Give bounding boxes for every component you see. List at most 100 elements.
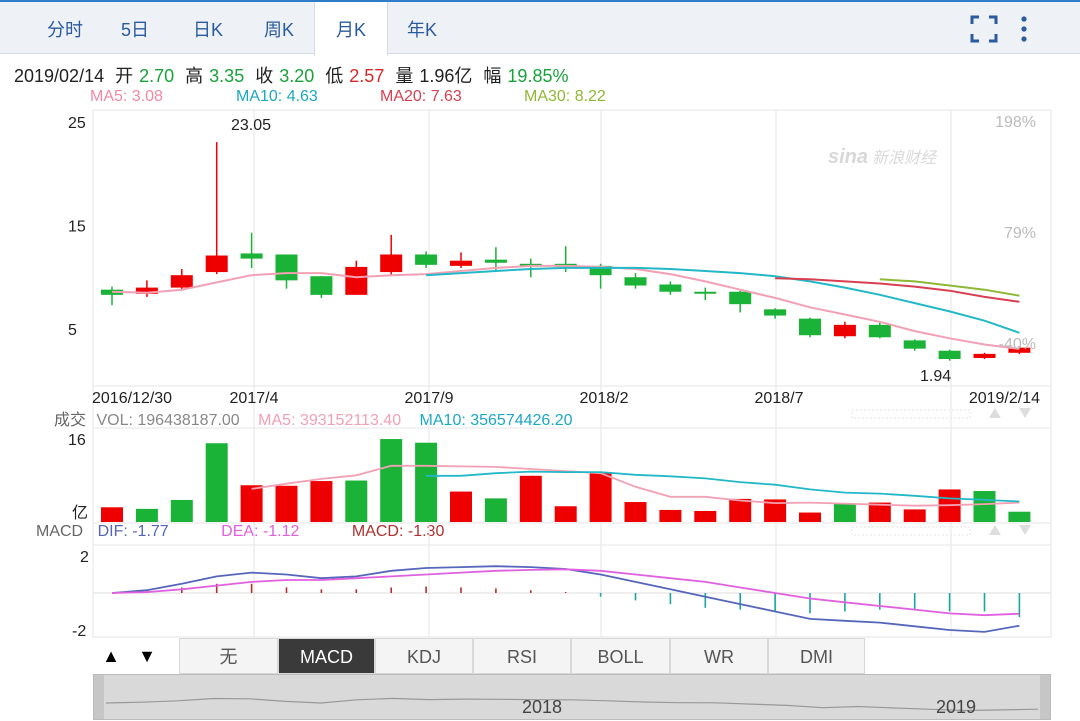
candle-body [415, 254, 438, 265]
candle [624, 273, 647, 289]
macd-scroll-up-icon [989, 525, 1001, 535]
candle [275, 254, 298, 289]
volume-bar [519, 475, 542, 522]
volume-bar [415, 442, 438, 522]
candle-body [903, 340, 926, 349]
volume-bar [275, 485, 298, 522]
volume-ma5-line [251, 464, 1020, 507]
date-axis-label: 2018/7 [755, 390, 804, 407]
volume-title: 成交 [54, 412, 87, 429]
candle-body [240, 253, 263, 259]
navigator-sparkline [94, 675, 1050, 719]
close-value: 3.20 [279, 66, 315, 86]
candle [903, 339, 926, 351]
volume-bar [205, 443, 228, 522]
volume-legend: 成交 VOL: 196438187.00 MA5: 393152113.40 M… [54, 406, 573, 430]
volume-scroll-up-icon [989, 408, 1001, 418]
date-axis-label: 2018/2 [580, 390, 629, 407]
candle-body [764, 309, 787, 316]
percent-tick-label: 198% [995, 114, 1036, 131]
dea-line [111, 568, 1020, 617]
low-label: 低 [325, 66, 344, 86]
indicator-tab-6[interactable]: DMI [768, 638, 865, 674]
candle-body [101, 289, 123, 295]
axis-labels: 25 15 5 198% 79% -40% 23.05 1.94 2016/12/30 2017/… [68, 114, 1040, 640]
ma10-line [426, 266, 1020, 334]
volume-bar [624, 502, 647, 522]
volume-bar [450, 491, 472, 522]
open-label: 开 [115, 66, 134, 86]
navigator-label-2018: 2018 [522, 697, 563, 717]
indicator-tab-5[interactable]: WR [670, 638, 768, 674]
candle [833, 321, 856, 339]
more-icon[interactable] [1014, 14, 1034, 44]
dif-line [111, 565, 1020, 633]
candle-body [799, 318, 821, 336]
candle [101, 286, 123, 306]
high-value: 3.35 [209, 66, 245, 86]
ma30-legend: MA30: 8.22 [524, 88, 606, 105]
ma20-legend: MA20: 7.63 [380, 88, 462, 105]
date-axis-label: 2017/9 [405, 390, 454, 407]
tab-yearly-k[interactable]: 年K [386, 2, 458, 54]
macd-value-legend: MACD: -1.30 [351, 523, 445, 540]
candle-body [135, 287, 158, 294]
candle [170, 268, 193, 291]
candle-body [484, 259, 507, 263]
macd-axis-bottom-label: -2 [72, 623, 86, 640]
time-navigator[interactable]: 2018 2019 [93, 674, 1051, 720]
tab-weekly-k[interactable]: 周K [244, 2, 314, 54]
indicator-tab-3[interactable]: RSI [473, 638, 571, 674]
indicator-tab-2[interactable]: KDJ [375, 638, 473, 674]
tab-monthly-k[interactable]: 月K [314, 2, 388, 56]
candle [938, 349, 961, 361]
fullscreen-icon[interactable] [970, 14, 998, 44]
stock-chart[interactable]: 25 15 5 198% 79% -40% 23.05 1.94 2016/12/30 2017/… [0, 0, 1080, 721]
candle-body [833, 324, 856, 337]
ma10-legend: MA10: 4.63 [236, 88, 318, 105]
ma20-line [775, 277, 1020, 303]
arrow-up-button[interactable]: ▲ [93, 638, 129, 674]
volume-bar [938, 489, 961, 522]
navigator-label-2019: 2019 [936, 697, 977, 717]
candle-body [659, 284, 682, 292]
tab-daily-k[interactable]: 日K [172, 2, 244, 54]
indicator-tab-1[interactable]: MACD [278, 638, 375, 674]
date-axis-label: 2016/12/30 [92, 390, 172, 407]
quote-summary: 2019/02/14 开 2.70 高 3.35 收 3.20 低 2.57 量 1.96… [14, 62, 574, 88]
min-price-label: 1.94 [920, 368, 951, 385]
indicator-tab-4[interactable]: BOLL [571, 638, 670, 674]
candle-body [205, 255, 228, 273]
volume-bar [903, 509, 926, 522]
volume-ma5-legend: MA5: 393152113.40 [258, 412, 402, 429]
price-tick-label: 15 [68, 219, 86, 236]
volume-bar [101, 507, 123, 522]
candle [135, 280, 158, 297]
volume-bar [240, 485, 263, 522]
arrow-down-button[interactable]: ▼ [129, 638, 165, 674]
candle-body [729, 291, 752, 305]
volume-bar [694, 510, 717, 522]
candle [345, 260, 368, 295]
volume-bar [380, 439, 403, 522]
volume-bar [345, 480, 368, 522]
candle [205, 142, 228, 275]
candle-body [973, 353, 996, 358]
candle-body [345, 266, 368, 295]
candle [450, 252, 472, 268]
tab-intraday[interactable]: 分时 [30, 2, 100, 54]
tab-5day[interactable]: 5日 [100, 2, 170, 54]
candle-body [694, 291, 717, 294]
candle-body [275, 254, 298, 281]
high-label: 高 [185, 66, 204, 86]
volume-value: 1.96亿 [419, 66, 473, 86]
indicator-tab-0[interactable]: 无 [179, 638, 278, 674]
watermark-text: 新浪财经 [872, 148, 938, 167]
ma5-legend: MA5: 3.08 [90, 88, 163, 105]
volume-bar [484, 498, 507, 522]
candle-body [554, 263, 577, 267]
volume-bar [973, 491, 996, 522]
max-price-label: 23.05 [231, 117, 271, 134]
panel-scroll-controls[interactable] [851, 408, 1031, 536]
price-panel [101, 142, 1031, 361]
